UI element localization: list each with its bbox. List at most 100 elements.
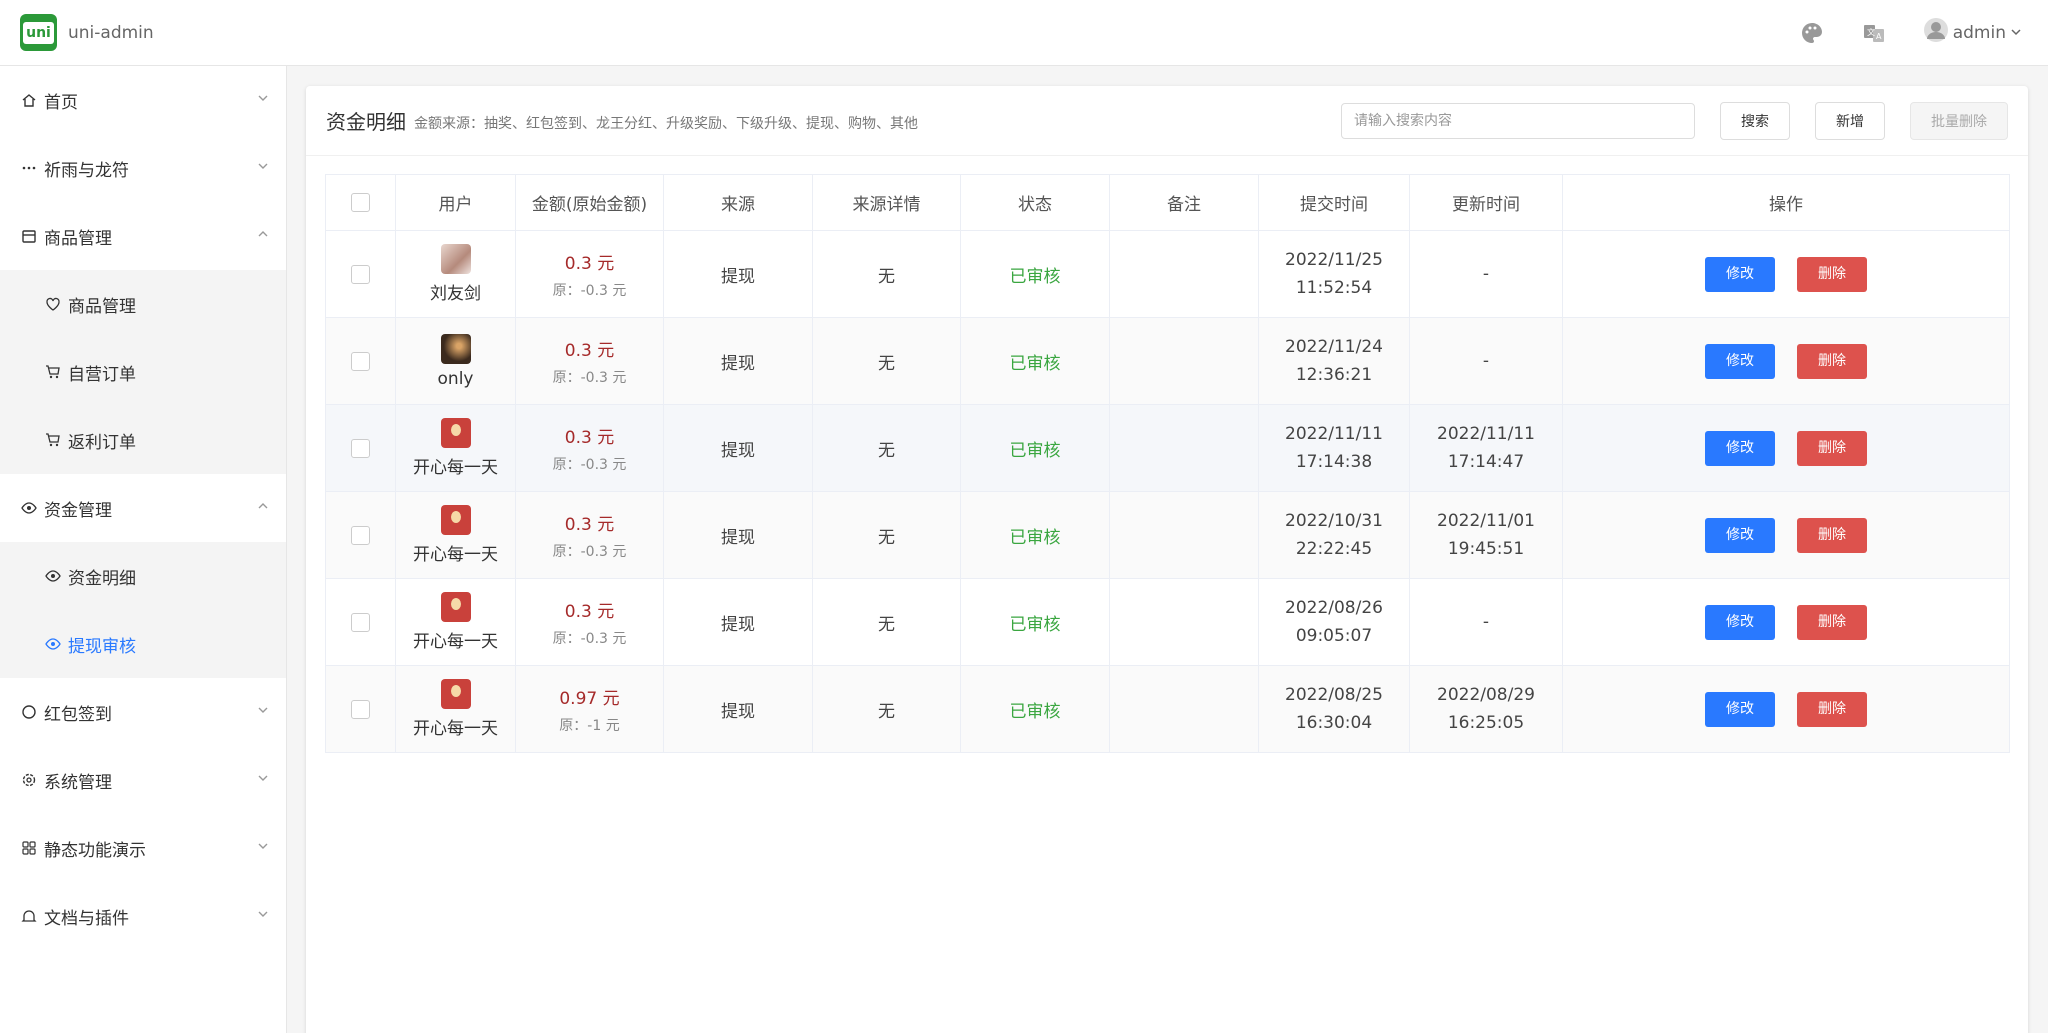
submit-date: 2022/08/26 bbox=[1285, 598, 1383, 618]
user-name: 开心每一天 bbox=[413, 632, 498, 652]
avatar bbox=[440, 679, 471, 709]
sidebar-item-goods-manage[interactable]: 商品管理 bbox=[0, 270, 286, 338]
column-header: 来源详情 bbox=[812, 174, 961, 231]
delete-button[interactable]: 删除 bbox=[1797, 256, 1867, 292]
batch-delete-button[interactable]: 批量删除 bbox=[1910, 101, 2008, 140]
update-time-cell: 2022/08/29 16:25:05 bbox=[1409, 665, 1563, 753]
submit-time: 17:14:38 bbox=[1295, 452, 1373, 472]
sidebar-item-self-orders[interactable]: 自营订单 bbox=[0, 338, 286, 406]
table-row: only 0.3 元原：-0.3 元提现无已审核 2022/11/24 12:36:2… bbox=[325, 317, 2010, 405]
edit-button[interactable]: 修改 bbox=[1705, 604, 1775, 640]
sidebar: 首页 祈雨与龙符 商品管理 商品管理 自营订单 返利订单 资金管理 资金明细 提… bbox=[0, 66, 287, 1033]
amount-cell: 0.3 元原：-0.3 元 bbox=[515, 404, 664, 492]
delete-button[interactable]: 删除 bbox=[1797, 430, 1867, 466]
status-badge: 已审核 bbox=[1009, 614, 1061, 635]
column-header: 状态 bbox=[960, 174, 1110, 231]
sidebar-item-system[interactable]: 系统管理 bbox=[0, 746, 286, 814]
sidebar-item-docs[interactable]: 文档与插件 bbox=[0, 882, 286, 950]
row-checkbox[interactable] bbox=[351, 351, 370, 371]
sidebar-item-withdraw-review[interactable]: 提现审核 bbox=[0, 610, 286, 678]
submenu-funds: 资金明细 提现审核 bbox=[0, 542, 286, 678]
page-title: 资金明细 bbox=[326, 110, 406, 134]
eye-icon bbox=[44, 635, 62, 653]
amount-cell: 0.3 元原：-0.3 元 bbox=[515, 491, 664, 579]
submenu-goods: 商品管理 自营订单 返利订单 bbox=[0, 270, 286, 474]
delete-button[interactable]: 删除 bbox=[1797, 343, 1867, 379]
delete-button[interactable]: 删除 bbox=[1797, 691, 1867, 727]
chevron-down-icon bbox=[256, 90, 270, 110]
eye-icon bbox=[44, 567, 62, 585]
svg-text:文: 文 bbox=[1867, 27, 1875, 37]
translate-icon[interactable]: 文A bbox=[1861, 20, 1887, 46]
sidebar-item-static-demo[interactable]: 静态功能演示 bbox=[0, 814, 286, 882]
submit-time-cell: 2022/08/26 09:05:07 bbox=[1258, 578, 1410, 666]
column-header: 备注 bbox=[1109, 174, 1259, 231]
sidebar-item-redpacket[interactable]: 红包签到 bbox=[0, 678, 286, 746]
column-header: 来源 bbox=[663, 174, 813, 231]
column-header: 金额(原始金额) bbox=[515, 174, 664, 231]
search-button[interactable]: 搜索 bbox=[1720, 101, 1790, 140]
card-header: 资金明细 金额来源：抽奖、红包签到、龙王分红、升级奖励、下级升级、提现、购物、其… bbox=[306, 86, 2028, 156]
select-all-cell bbox=[325, 174, 396, 231]
shop-icon bbox=[20, 227, 38, 245]
submit-date: 2022/10/31 bbox=[1285, 511, 1383, 531]
status-badge: 已审核 bbox=[1009, 353, 1061, 374]
row-checkbox[interactable] bbox=[351, 525, 370, 545]
original-amount: 原：-0.3 元 bbox=[552, 369, 627, 386]
avatar bbox=[440, 333, 471, 364]
sidebar-item-home[interactable]: 首页 bbox=[0, 66, 286, 134]
edit-button[interactable]: 修改 bbox=[1705, 517, 1775, 553]
update-date: - bbox=[1482, 351, 1490, 371]
table-row: 开心每一天 0.3 元原：-0.3 元提现无已审核 2022/10/31 22:22:… bbox=[325, 491, 2010, 579]
amount-cell: 0.3 元原：-0.3 元 bbox=[515, 230, 664, 318]
user-cell: 开心每一天 bbox=[395, 665, 516, 753]
avatar bbox=[440, 418, 471, 448]
user-menu[interactable]: admin bbox=[1923, 17, 2022, 48]
app-title: uni-admin bbox=[68, 22, 154, 43]
submit-date: 2022/08/25 bbox=[1285, 685, 1383, 705]
svg-text:A: A bbox=[1876, 32, 1882, 41]
status-cell: 已审核 bbox=[960, 404, 1110, 492]
delete-button[interactable]: 删除 bbox=[1797, 517, 1867, 553]
original-amount: 原：-0.3 元 bbox=[552, 282, 627, 299]
submit-date: 2022/11/24 bbox=[1285, 337, 1383, 357]
search-input[interactable] bbox=[1341, 102, 1695, 139]
submit-date: 2022/11/25 bbox=[1285, 250, 1383, 270]
row-checkbox[interactable] bbox=[351, 438, 370, 458]
update-time-cell: - bbox=[1409, 230, 1563, 318]
chevron-up-icon bbox=[256, 498, 270, 518]
add-button[interactable]: 新增 bbox=[1815, 101, 1885, 140]
palette-icon[interactable] bbox=[1799, 20, 1825, 46]
sidebar-item-goods[interactable]: 商品管理 bbox=[0, 202, 286, 270]
sidebar-item-fund-details[interactable]: 资金明细 bbox=[0, 542, 286, 610]
chevron-down-icon bbox=[256, 158, 270, 178]
submit-time-cell: 2022/11/24 12:36:21 bbox=[1258, 317, 1410, 405]
sidebar-item-label: 自营订单 bbox=[68, 364, 136, 385]
submit-time: 22:22:45 bbox=[1295, 539, 1373, 559]
data-table-wrap: 用户 金额(原始金额) 来源 来源详情 状态 备注 提交时间 更新时间 操作 刘… bbox=[325, 174, 2010, 753]
source-detail-cell: 无 bbox=[812, 230, 961, 318]
table-header-row: 用户 金额(原始金额) 来源 来源详情 状态 备注 提交时间 更新时间 操作 bbox=[325, 174, 2010, 231]
sidebar-item-label: 资金明细 bbox=[68, 568, 136, 589]
home-icon bbox=[20, 91, 38, 109]
select-cell bbox=[325, 317, 396, 405]
delete-button[interactable]: 删除 bbox=[1797, 604, 1867, 640]
avatar bbox=[440, 592, 471, 622]
app-logo[interactable]: uni bbox=[20, 14, 57, 51]
column-header: 操作 bbox=[1562, 174, 2010, 231]
row-checkbox[interactable] bbox=[351, 264, 370, 284]
edit-button[interactable]: 修改 bbox=[1705, 430, 1775, 466]
edit-button[interactable]: 修改 bbox=[1705, 256, 1775, 292]
sidebar-item-funds[interactable]: 资金管理 bbox=[0, 474, 286, 542]
cart-icon bbox=[44, 431, 62, 449]
row-checkbox[interactable] bbox=[351, 612, 370, 632]
select-all-checkbox[interactable] bbox=[351, 193, 370, 212]
sidebar-item-label: 返利订单 bbox=[68, 432, 136, 453]
edit-button[interactable]: 修改 bbox=[1705, 691, 1775, 727]
sidebar-item-rain[interactable]: 祈雨与龙符 bbox=[0, 134, 286, 202]
user-name: 刘友剑 bbox=[430, 284, 481, 304]
edit-button[interactable]: 修改 bbox=[1705, 343, 1775, 379]
sidebar-item-rebate-orders[interactable]: 返利订单 bbox=[0, 406, 286, 474]
remark-cell bbox=[1109, 404, 1259, 492]
row-checkbox[interactable] bbox=[351, 699, 370, 719]
